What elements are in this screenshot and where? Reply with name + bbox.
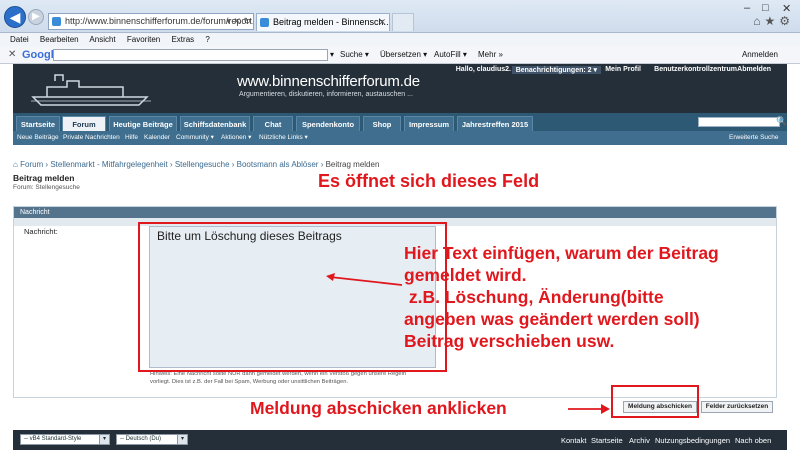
browser-tab-active[interactable]: Beitrag melden - Binnensch... ✕ <box>256 13 390 31</box>
breadcrumb-bootsmann[interactable]: Bootsmann als Ablöser <box>237 160 319 169</box>
tab-startseite[interactable]: Startseite <box>16 116 60 131</box>
favicon-icon <box>52 17 61 26</box>
menu-ansicht[interactable]: Ansicht <box>89 35 115 44</box>
more-button[interactable]: Mehr » <box>478 46 503 64</box>
subnav-community[interactable]: Community ▾ <box>176 131 214 145</box>
tab-heutige-beitraege[interactable]: Heutige Beiträge <box>109 116 177 131</box>
annotation-explain: Hier Text einfügen, warum der Beitrag ge… <box>404 242 719 352</box>
subnav-private-nachrichten[interactable]: Private Nachrichten <box>63 131 120 145</box>
subnav-neue-beitraege[interactable]: Neue Beiträge <box>17 131 59 145</box>
style-select-arrow-icon[interactable]: ▾ <box>99 435 109 444</box>
logout-link[interactable]: Abmelden <box>737 66 771 73</box>
language-select-arrow-icon[interactable]: ▾ <box>177 435 187 444</box>
minimize-icon[interactable]: – <box>744 2 750 14</box>
tab-shop[interactable]: Shop <box>363 116 401 131</box>
arrow-to-button-icon <box>568 404 610 414</box>
google-signin-link[interactable]: Anmelden <box>742 46 778 64</box>
annotation-button: Meldung abschicken anklicken <box>250 398 507 418</box>
reset-fields-button[interactable]: Felder zurücksetzen <box>701 401 773 413</box>
translate-button[interactable]: Übersetzen ▾ <box>380 46 427 64</box>
breadcrumb-forum[interactable]: Forum <box>20 160 43 169</box>
annotation-explain-line-3: z.B. Löschung, Änderung(bitte <box>404 287 664 307</box>
toolbar-close-icon[interactable]: ✕ <box>8 46 16 64</box>
footer-link-nutzungsbedingungen[interactable]: Nutzungsbedingungen <box>655 436 730 445</box>
message-label: Nachricht: <box>24 227 58 236</box>
menu-datei[interactable]: Datei <box>10 35 29 44</box>
site-subtitle: Argumentieren, diskutieren, informieren,… <box>239 91 413 98</box>
tab-jahrestreffen[interactable]: Jahrestreffen 2015 <box>457 116 533 131</box>
address-bar[interactable]: http://www.binnenschifferforum.de/forum/… <box>48 13 254 30</box>
browser-titlebar: ◀ ▶ http://www.binnenschifferforum.de/fo… <box>0 0 800 33</box>
forward-arrow-icon[interactable]: ▶ <box>28 9 44 25</box>
highlight-textarea-box <box>138 222 447 372</box>
breadcrumb-stellenmarkt[interactable]: Stellenmarkt - Mitfahrgelegenheit <box>50 160 167 169</box>
subnav-kalender[interactable]: Kalender <box>144 131 170 145</box>
menu-help[interactable]: ? <box>205 35 209 44</box>
page-title: Beitrag melden <box>13 173 75 183</box>
google-toolbar: ✕ Google ▾ Suche ▾ Übersetzen ▾ AutoFill… <box>0 46 800 64</box>
tab-forum[interactable]: Forum <box>62 116 106 131</box>
annotation-explain-line-5: Beitrag verschieben usw. <box>404 331 615 351</box>
style-select-value: -- vB4 Standard-Style <box>24 436 82 442</box>
sub-nav: Neue Beiträge Private Nachrichten Hilfe … <box>13 131 787 145</box>
site-title[interactable]: www.binnenschifferforum.de <box>237 73 420 90</box>
tab-impressum[interactable]: Impressum <box>404 116 454 131</box>
subnav-aktionen[interactable]: Aktionen ▾ <box>221 131 251 145</box>
report-hint: Hinweis: Eine Nachricht sollte NUR dann … <box>150 370 440 386</box>
subnav-nuetzliche-links[interactable]: Nützliche Links ▾ <box>259 131 308 145</box>
subnav-hilfe[interactable]: Hilfe <box>125 131 138 145</box>
autofill-button[interactable]: AutoFill ▾ <box>434 46 467 64</box>
tab-favicon-icon <box>260 18 269 27</box>
tab-close-icon[interactable]: ✕ <box>378 14 386 31</box>
annotation-explain-line-4: angeben was geändert werden soll) <box>404 309 700 329</box>
menu-bar: Datei Bearbeiten Ansicht Favoriten Extra… <box>0 33 800 46</box>
breadcrumb-stellengesuche[interactable]: Stellengesuche <box>175 160 230 169</box>
google-dropdown-icon[interactable]: ▾ <box>330 46 334 64</box>
annotation-explain-line-1: Hier Text einfügen, warum der Beitrag <box>404 243 719 263</box>
advanced-search-link[interactable]: Erweiterte Suche <box>729 131 779 145</box>
annotation-explain-line-2: gemeldet wird. <box>404 265 527 285</box>
site-search-input[interactable] <box>698 117 780 127</box>
arrow-to-textarea-icon <box>326 273 403 286</box>
user-greeting[interactable]: Hallo, claudius2. <box>456 66 511 73</box>
language-select-value: -- Deutsch (Du) <box>120 436 162 442</box>
language-select[interactable]: -- Deutsch (Du) ▾ <box>116 434 188 445</box>
google-search-input[interactable] <box>53 49 328 61</box>
panel-title: Nachricht <box>14 207 776 218</box>
search-icon[interactable]: 🔍 <box>776 116 787 127</box>
home-icon[interactable]: ⌂ <box>13 160 18 169</box>
site-header: www.binnenschifferforum.de Argumentieren… <box>13 64 787 113</box>
ship-logo-icon[interactable] <box>27 67 157 107</box>
home-star-gear-icons[interactable]: ⌂★⚙ <box>753 14 794 28</box>
footer-link-nach-oben[interactable]: Nach oben <box>735 436 771 445</box>
notifications-menu[interactable]: Benachrichtigungen: 2 ▾ <box>511 66 601 74</box>
tab-title: Beitrag melden - Binnensch... <box>273 17 390 27</box>
tab-schiffsdatenbank[interactable]: Schiffsdatenbank <box>180 116 250 131</box>
footer-link-kontakt[interactable]: Kontakt <box>561 436 586 445</box>
footer-link-archiv[interactable]: Archiv <box>629 436 650 445</box>
menu-favoriten[interactable]: Favoriten <box>127 35 160 44</box>
main-nav: Startseite Forum Heutige Beiträge Schiff… <box>13 113 787 131</box>
annotation-top: Es öffnet sich dieses Feld <box>318 171 540 191</box>
breadcrumb-current: Beitrag melden <box>325 160 380 169</box>
menu-extras[interactable]: Extras <box>171 35 194 44</box>
google-suche-button[interactable]: Suche ▾ <box>340 46 369 64</box>
menu-bearbeiten[interactable]: Bearbeiten <box>40 35 79 44</box>
footer-link-startseite[interactable]: Startseite <box>591 436 623 445</box>
style-select[interactable]: -- vB4 Standard-Style ▾ <box>20 434 110 445</box>
breadcrumb: ⌂ Forum › Stellenmarkt - Mitfahrgelegenh… <box>13 160 380 169</box>
back-arrow-icon[interactable]: ◀ <box>4 6 26 28</box>
maximize-icon[interactable]: □ <box>762 2 769 14</box>
highlight-submit-box <box>611 385 699 418</box>
control-panel-link[interactable]: Benutzerkontrollzentrum <box>654 66 737 73</box>
tab-spendenkonto[interactable]: Spendenkonto <box>296 116 360 131</box>
page-subtitle: Forum: Stellengesuche <box>13 184 80 191</box>
hint-line-2: vorliegt. Dies ist z.B. der Fall bei Spa… <box>150 379 349 385</box>
my-profile-link[interactable]: Mein Profil <box>605 66 641 73</box>
address-controls-icon[interactable]: ▾ ✕ ↻ <box>226 14 251 29</box>
tab-chat[interactable]: Chat <box>253 116 293 131</box>
new-tab-button[interactable] <box>392 13 414 31</box>
